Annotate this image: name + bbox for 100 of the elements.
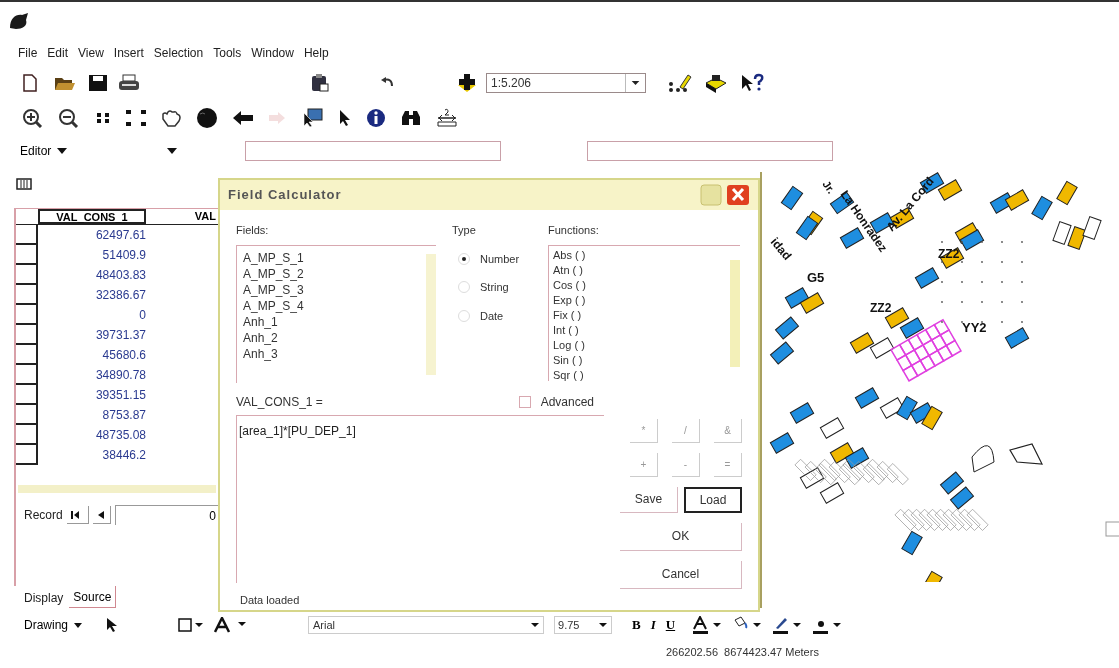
select-elements-icon[interactable]: [106, 617, 118, 633]
row-selector[interactable]: [16, 285, 38, 305]
load-button[interactable]: Load: [684, 486, 742, 513]
menu-item[interactable]: Insert: [113, 44, 144, 62]
text-tool-icon[interactable]: [214, 617, 248, 633]
measure-icon[interactable]: [436, 108, 458, 128]
table-cell-text: 34890.78: [94, 367, 146, 384]
caret-icon: [57, 148, 68, 154]
status-message: Data loaded: [239, 592, 301, 608]
line-color-icon[interactable]: [773, 616, 804, 634]
field-list-item[interactable]: Anh_2: [243, 329, 426, 346]
table-cell-text: 8753.87: [101, 407, 146, 424]
type-radio[interactable]: String: [458, 279, 548, 296]
horizontal-scrollbar[interactable]: [18, 485, 216, 493]
font-size-dropdown[interactable]: 9.75: [554, 616, 612, 634]
row-selector[interactable]: [16, 345, 38, 365]
add-data-icon[interactable]: [456, 73, 478, 93]
field-list-item[interactable]: Anh_3: [243, 345, 426, 362]
vertical-scrollbar[interactable]: [730, 259, 740, 367]
rectangle-tool-icon[interactable]: [178, 618, 204, 632]
row-selector[interactable]: [16, 305, 38, 325]
row-selector[interactable]: [16, 425, 38, 445]
previous-record-button[interactable]: [92, 506, 111, 524]
menu-item[interactable]: Window: [251, 44, 294, 62]
column-header[interactable]: VAL: [146, 209, 218, 224]
print-icon[interactable]: [118, 74, 140, 92]
view-tab[interactable]: Source: [69, 586, 117, 608]
font-color-icon[interactable]: [693, 616, 724, 634]
task-field[interactable]: [245, 141, 502, 161]
function-list-item[interactable]: Int ( ): [553, 322, 730, 338]
field-list-item[interactable]: Anh_1: [243, 313, 426, 330]
table-options-icon[interactable]: [16, 178, 32, 190]
menu-item[interactable]: Tools: [213, 44, 242, 62]
type-radio[interactable]: Number: [458, 250, 548, 267]
row-selector[interactable]: [16, 265, 38, 285]
italic-button[interactable]: I: [650, 615, 656, 635]
row-selector[interactable]: [16, 245, 38, 265]
row-selector[interactable]: [16, 325, 38, 345]
row-selector[interactable]: [16, 405, 38, 425]
pointer-icon[interactable]: [338, 109, 352, 127]
function-list-item[interactable]: Log ( ): [553, 337, 730, 353]
zoom-out-icon[interactable]: [58, 108, 80, 128]
function-list-item[interactable]: Sin ( ): [553, 352, 730, 368]
vertical-scrollbar[interactable]: [426, 253, 436, 375]
ok-button[interactable]: OK: [620, 522, 742, 551]
zoom-in-icon[interactable]: [22, 108, 44, 128]
dropdown-arrow-icon[interactable]: [167, 148, 178, 154]
fixed-zoom-out-icon[interactable]: [126, 110, 146, 126]
function-list-item[interactable]: Atn ( ): [553, 262, 730, 278]
function-list-item[interactable]: Cos ( ): [553, 277, 730, 293]
font-dropdown[interactable]: Arial: [308, 616, 544, 634]
field-list-item[interactable]: A_MP_S_4: [243, 297, 426, 314]
back-arrow-icon[interactable]: [232, 110, 254, 126]
field-list-item[interactable]: A_MP_S_3: [243, 281, 426, 298]
drawing-menu-button[interactable]: Drawing: [24, 616, 82, 634]
row-selector[interactable]: [16, 445, 38, 465]
type-radio[interactable]: Date: [458, 307, 548, 324]
editor-menu-button[interactable]: Editor: [20, 142, 68, 160]
underline-button[interactable]: U: [665, 615, 676, 635]
save-button[interactable]: Save: [620, 486, 678, 513]
binoculars-icon[interactable]: [400, 109, 422, 127]
new-document-icon[interactable]: [22, 74, 38, 92]
table-cell-text: 51409.9: [101, 247, 146, 264]
target-field[interactable]: [587, 141, 834, 161]
advanced-checkbox[interactable]: Advanced: [518, 392, 594, 411]
menu-item[interactable]: File: [18, 44, 38, 62]
table-cell-text: 32386.67: [94, 287, 146, 304]
bold-button[interactable]: B: [632, 615, 641, 635]
menu-item[interactable]: Edit: [47, 44, 69, 62]
table-cell-text: 0: [138, 307, 146, 324]
info-icon[interactable]: [366, 108, 386, 128]
functions-label: Functions:: [548, 223, 600, 238]
function-list-item[interactable]: Sqr ( ): [553, 367, 730, 381]
scale-dropdown[interactable]: 1:5.206: [486, 73, 646, 93]
column-header[interactable]: VAL_CONS_1: [38, 209, 146, 224]
pan-hand-icon[interactable]: [160, 109, 182, 127]
function-list-item[interactable]: Fix ( ): [553, 307, 730, 323]
function-list-item[interactable]: Abs ( ): [553, 247, 730, 263]
menu-item[interactable]: View: [78, 44, 104, 62]
cancel-button[interactable]: Cancel: [620, 560, 742, 589]
table-cell-text: 62497.61: [94, 227, 146, 244]
row-selector[interactable]: [16, 385, 38, 405]
field-list-item[interactable]: A_MP_S_1: [243, 249, 426, 266]
full-extent-globe-icon[interactable]: [196, 107, 218, 129]
clipboard-icon[interactable]: [310, 73, 330, 93]
row-selector[interactable]: [16, 225, 38, 245]
menu-item[interactable]: Selection: [153, 44, 204, 62]
editor-toolbar-icon[interactable]: [668, 73, 692, 93]
fixed-zoom-in-icon[interactable]: [94, 110, 112, 126]
map-label: YY2: [962, 320, 987, 335]
field-list-item[interactable]: A_MP_S_2: [243, 265, 426, 282]
function-list-item[interactable]: Exp ( ): [553, 292, 730, 308]
menu-item[interactable]: Help: [303, 44, 329, 62]
select-features-icon[interactable]: [302, 108, 324, 128]
first-record-button[interactable]: [66, 506, 89, 524]
save-icon[interactable]: [88, 74, 108, 92]
close-icon[interactable]: [726, 184, 750, 206]
row-selector[interactable]: [16, 365, 38, 385]
help-pointer-icon[interactable]: [740, 73, 764, 93]
expression-box[interactable]: [area_1]*[PU_DEP_1]: [236, 414, 604, 583]
